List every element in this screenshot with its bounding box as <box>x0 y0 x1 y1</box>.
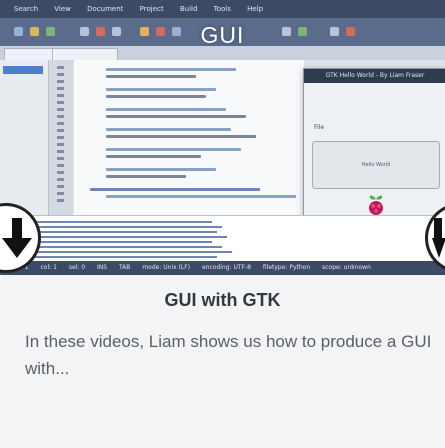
raspberry-pi-logo-icon <box>369 195 383 215</box>
menu-item: Build <box>179 5 198 13</box>
left-arrow-icon <box>2 218 32 258</box>
menu-item: View <box>54 5 71 13</box>
menu-item: Project <box>139 5 164 13</box>
menu-item: Document <box>87 5 124 13</box>
menu-item: Search <box>14 5 39 13</box>
menu-item: Help <box>247 5 264 13</box>
status-item: INS <box>96 264 108 271</box>
app-window-label: File <box>314 124 325 131</box>
status-item: scope: unknown <box>322 264 371 271</box>
right-arrow-icon <box>432 218 445 258</box>
status-item: sel: 0 <box>68 264 86 271</box>
compiler-output <box>0 215 445 262</box>
code-editor <box>74 60 304 215</box>
hello-world-button: Hello World <box>312 141 440 189</box>
status-item: col: 1 <box>40 264 57 271</box>
thumbnail-overlay-title: GUI <box>200 22 245 48</box>
status-item: mode: Unix (LF) <box>142 264 191 271</box>
ide-menubar: Search View Document Project Build Tools… <box>0 0 445 18</box>
status-item: TAB <box>118 264 131 271</box>
menu-item: Tools <box>213 5 231 13</box>
ide-sidebar <box>0 60 49 215</box>
ide-statusbar: line: 1 col: 1 sel: 0 INS TAB mode: Unix… <box>0 261 445 275</box>
status-item: encoding: UTF-8 <box>201 264 251 271</box>
ide-tabs <box>0 46 445 61</box>
video-card[interactable]: Search View Document Project Build Tools… <box>0 0 445 448</box>
line-numbers <box>49 60 73 215</box>
app-window-title: GTK Hello World - By Liam Fraser <box>304 69 445 83</box>
status-item: filetype: Python <box>262 264 311 271</box>
card-description: In these videos, Liam shows us how to pr… <box>25 332 432 378</box>
card-title[interactable]: GUI with GTK <box>0 290 445 311</box>
video-thumbnail[interactable]: Search View Document Project Build Tools… <box>0 0 445 275</box>
sidebar-selection <box>3 66 43 74</box>
